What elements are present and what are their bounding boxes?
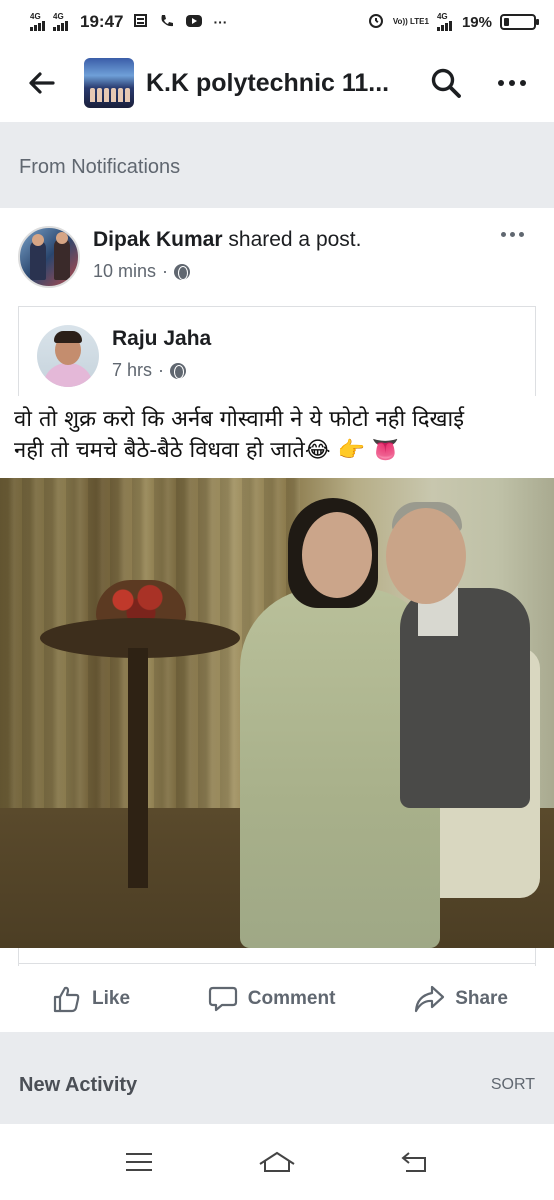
- sort-button[interactable]: SORT: [491, 1076, 535, 1094]
- menu-button[interactable]: [109, 1137, 169, 1187]
- battery-icon: [500, 14, 539, 30]
- status-bar: 4G 4G 19:47 ··· Vo)) LTE1 4G 19%: [0, 0, 554, 44]
- author-avatar[interactable]: [37, 325, 99, 387]
- shared-post-meta: 7 hrs ·: [112, 360, 187, 381]
- share-button[interactable]: Share: [413, 984, 508, 1014]
- network-type-2: 4G: [53, 12, 64, 21]
- post-more-button[interactable]: [501, 232, 524, 237]
- more-options-button[interactable]: [490, 61, 534, 105]
- notification-icon: [133, 13, 149, 32]
- back-nav-icon: [401, 1152, 426, 1172]
- status-right: Vo)) LTE1 4G 19%: [367, 11, 539, 33]
- signal-1-icon: 4G: [30, 13, 45, 31]
- status-left: 4G 4G 19:47 ···: [30, 12, 227, 32]
- home-icon: [259, 1151, 295, 1172]
- status-time: 19:47: [80, 12, 124, 31]
- app-header: K.K polytechnic 11...: [0, 44, 554, 122]
- shared-post-footer: [18, 948, 536, 964]
- signal-2-icon: 4G: [53, 13, 68, 31]
- share-arrow-icon: [415, 985, 445, 1013]
- section-label-notifications: From Notifications: [19, 156, 181, 178]
- post-timestamp[interactable]: 10 mins: [93, 261, 156, 282]
- shared-post-timestamp[interactable]: 7 hrs: [112, 360, 152, 381]
- meme-caption-line-2: नही तो चमचे बैठे-बैठे विधवा हो जाते😂 👉 👅: [14, 438, 400, 463]
- sharer-avatar[interactable]: [18, 226, 80, 288]
- post-image[interactable]: वो तो शुक्र करो कि अर्नब गोस्वामी ने ये …: [0, 396, 554, 948]
- back-nav-button[interactable]: [385, 1137, 445, 1187]
- like-label: Like: [92, 988, 131, 1009]
- battery-percent: 19%: [461, 13, 492, 31]
- globe-icon: [170, 362, 187, 379]
- group-title[interactable]: K.K polytechnic 11...: [146, 69, 394, 98]
- meta-separator: ·: [162, 261, 169, 281]
- meme-photo: [0, 478, 554, 948]
- signal-right-icon: 4G: [436, 12, 452, 31]
- search-button[interactable]: [424, 61, 468, 105]
- network-type-right: 4G: [436, 12, 448, 21]
- post-actions: Like Comment Share: [0, 966, 554, 1032]
- menu-icon: [126, 1153, 152, 1171]
- more-dots-icon: [501, 232, 506, 237]
- comment-label: Comment: [247, 988, 336, 1009]
- group-cover-thumbnail[interactable]: [84, 58, 134, 108]
- system-nav-bar: [0, 1124, 554, 1200]
- home-button[interactable]: [247, 1137, 307, 1187]
- sharer-name[interactable]: Dipak Kumar: [93, 228, 223, 251]
- comment-bubble-icon: [208, 986, 237, 1012]
- sharer-line: Dipak Kumar shared a post.: [93, 228, 361, 252]
- youtube-icon: [185, 13, 203, 32]
- author-name[interactable]: Raju Jaha: [112, 327, 211, 351]
- comment-button[interactable]: Comment: [208, 984, 336, 1014]
- like-button[interactable]: Like: [52, 984, 130, 1014]
- search-icon: [431, 68, 461, 98]
- section-label-new-activity: New Activity: [19, 1074, 138, 1096]
- emoji-group: 😂 👉 👅: [304, 438, 400, 463]
- share-action-text: shared a post.: [228, 228, 362, 251]
- missed-call-icon: [159, 13, 175, 32]
- back-button[interactable]: [20, 61, 64, 105]
- arrow-left-icon: [29, 72, 55, 94]
- thumbs-up-icon: [53, 986, 80, 1013]
- network-type-1: 4G: [30, 12, 41, 21]
- meta-separator: ·: [158, 360, 165, 380]
- alarm-icon: [367, 11, 385, 33]
- more-notifications-icon: ···: [213, 14, 228, 30]
- more-dots-icon: [498, 80, 504, 86]
- meme-caption-line-1: वो तो शुक्र करो कि अर्नब गोस्वामी ने ये …: [14, 407, 465, 432]
- meme-caption: वो तो शुक्र करो कि अर्नब गोस्वामी ने ये …: [0, 396, 554, 478]
- post-meta: 10 mins ·: [93, 261, 191, 282]
- globe-icon: [174, 263, 191, 280]
- share-label: Share: [455, 988, 508, 1009]
- volte-indicator: Vo)) LTE1: [392, 17, 429, 26]
- notifications-section: From Notifications: [0, 122, 554, 208]
- new-activity-section: New Activity SORT: [0, 1032, 554, 1124]
